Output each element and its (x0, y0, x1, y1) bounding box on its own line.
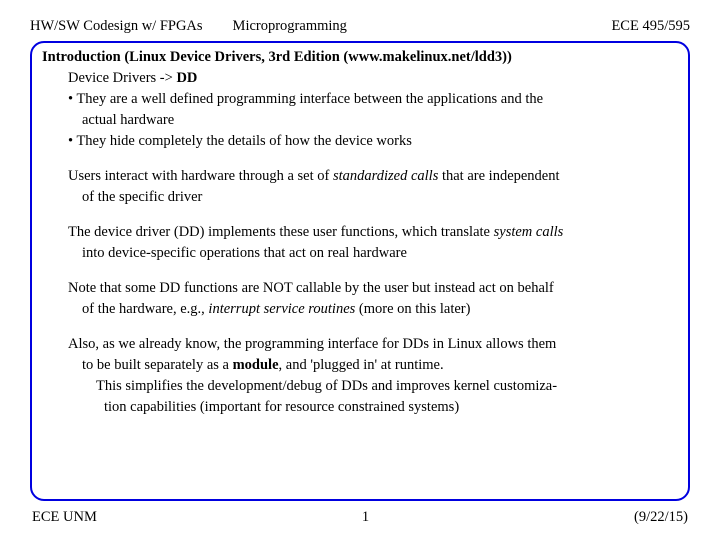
para-3-line-b: of the hardware, e.g., interrupt service… (82, 299, 678, 320)
para-3-ital: interrupt service routines (208, 301, 355, 317)
para-4-line-d: tion capabilities (important for resourc… (104, 397, 678, 418)
para-2-line-b: into device-specific operations that act… (82, 243, 678, 264)
slide-header: HW/SW Codesign w/ FPGAs Microprogramming… (30, 18, 690, 35)
dd-abbrev-line: Device Drivers -> DD (68, 68, 678, 89)
bullet-2: • They hide completely the details of ho… (68, 131, 678, 152)
header-topic: Microprogramming (233, 18, 347, 35)
content-box: Introduction (Linux Device Drivers, 3rd … (30, 41, 690, 501)
slide-page: HW/SW Codesign w/ FPGAs Microprogramming… (0, 0, 720, 526)
para-4-line-b: to be built separately as a module, and … (82, 355, 678, 376)
para-4-post: , and 'plugged in' at runtime. (279, 357, 444, 373)
para-1-ital: standardized calls (333, 168, 438, 184)
para-1-line-b: of the specific driver (82, 187, 678, 208)
footer-date: (9/22/15) (634, 509, 688, 526)
dd-abbrev-bold: DD (176, 70, 197, 86)
para-4-line-c: This simplifies the development/debug of… (96, 376, 678, 397)
header-course: HW/SW Codesign w/ FPGAs (30, 18, 203, 35)
para-2-pre: The device driver (DD) implements these … (68, 224, 494, 240)
slide-title: Introduction (Linux Device Drivers, 3rd … (42, 49, 678, 66)
para-4-line-a: Also, as we already know, the programmin… (68, 334, 678, 355)
para-3-post: (more on this later) (355, 301, 470, 317)
dd-abbrev-pre: Device Drivers -> (68, 70, 176, 86)
slide-footer: ECE UNM 1 (9/22/15) (30, 509, 690, 526)
footer-page: 1 (362, 509, 369, 526)
para-1-post: that are independent (438, 168, 559, 184)
para-2-line-a: The device driver (DD) implements these … (68, 222, 678, 243)
para-3-pre: of the hardware, e.g., (82, 301, 208, 317)
header-code: ECE 495/595 (611, 18, 690, 35)
para-1-line-a: Users interact with hardware through a s… (68, 166, 678, 187)
para-4-bold: module (233, 357, 279, 373)
para-2-ital: system calls (494, 224, 564, 240)
bullet-1-line-a: • They are a well defined programming in… (68, 89, 678, 110)
para-1-pre: Users interact with hardware through a s… (68, 168, 333, 184)
para-4-pre: to be built separately as a (82, 357, 233, 373)
bullet-1-line-b: actual hardware (82, 110, 678, 131)
para-3-line-a: Note that some DD functions are NOT call… (68, 278, 678, 299)
footer-left: ECE UNM (32, 509, 97, 526)
